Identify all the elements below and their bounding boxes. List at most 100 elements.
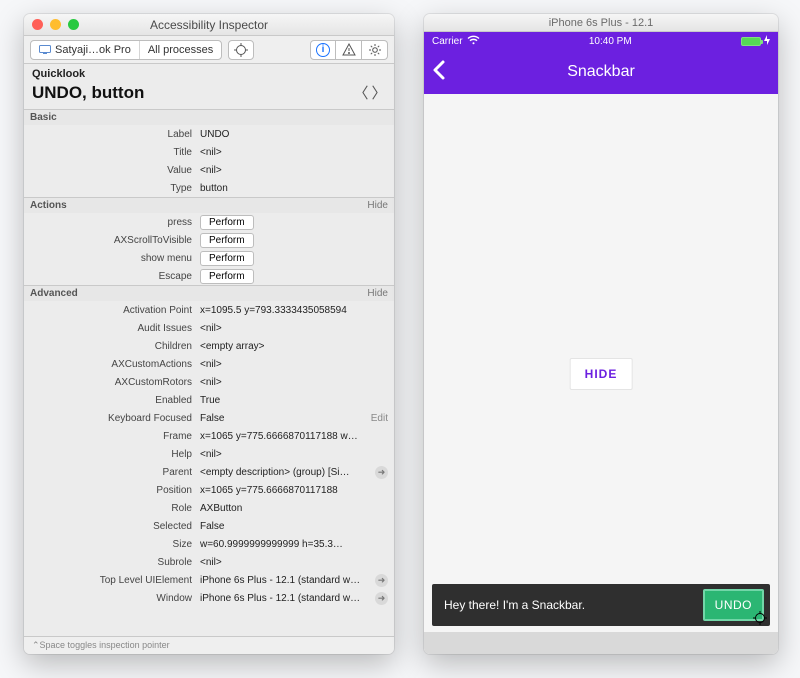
adv-toplevel-k: Top Level UIElement xyxy=(30,575,200,586)
adv-frame-k: Frame xyxy=(30,431,200,442)
adv-frame-v: x=1065 y=775.666687011718​8 w… xyxy=(200,431,388,442)
adv-toplevel-v: iPhone 6s Plus - 12.1 (standard w… xyxy=(200,575,360,586)
target-breadcrumb[interactable]: Satyaji…ok Pro All processes xyxy=(30,40,222,60)
basic-value-v: <nil> xyxy=(200,165,388,176)
mode-audit-button[interactable] xyxy=(336,40,362,60)
gear-icon xyxy=(368,43,382,57)
adv-audit-k: Audit Issues xyxy=(30,323,200,334)
section-actions: Actions Hide pressPerform AXScrollToVisi… xyxy=(24,197,394,285)
zoom-window-button[interactable] xyxy=(68,19,79,30)
adv-activation-v: x=1095.5 y=793.333343505859​4 xyxy=(200,305,388,316)
action-press-k: press xyxy=(30,217,200,228)
basic-type-k: Type xyxy=(30,183,200,194)
action-escape-perform[interactable]: Perform xyxy=(200,269,254,284)
snackbar-text: Hey there! I'm a Snackbar. xyxy=(444,598,585,612)
inspector-title: Accessibility Inspector xyxy=(24,18,394,32)
basic-label-k: Label xyxy=(30,129,200,140)
adv-size-k: Size xyxy=(30,539,200,550)
mode-segmented: i xyxy=(310,40,388,60)
adv-window-k: Window xyxy=(30,593,200,604)
wifi-icon xyxy=(467,35,480,48)
action-menu-perform[interactable]: Perform xyxy=(200,251,254,266)
crumb-host[interactable]: Satyaji…ok Pro xyxy=(31,41,139,59)
mode-inspect-button[interactable]: i xyxy=(310,40,336,60)
adv-help-k: Help xyxy=(30,449,200,460)
basic-title-v: <nil> xyxy=(200,147,388,158)
hide-button[interactable]: HIDE xyxy=(570,358,633,390)
adv-children-k: Children xyxy=(30,341,200,352)
mode-settings-button[interactable] xyxy=(362,40,388,60)
warning-icon xyxy=(342,43,356,56)
adv-window-v: iPhone 6s Plus - 12.1 (standard w… xyxy=(200,593,360,604)
mac-icon xyxy=(39,45,51,54)
adv-keyfocus-v: False xyxy=(200,413,224,424)
nav-bar: Snackbar xyxy=(424,50,778,94)
carrier-label: Carrier xyxy=(432,36,463,47)
adv-selected-k: Selected xyxy=(30,521,200,532)
undo-label: UNDO xyxy=(715,598,752,612)
basic-label-v: UNDO xyxy=(200,129,388,140)
adv-activation-k: Activation Point xyxy=(30,305,200,316)
info-icon: i xyxy=(316,43,330,57)
quicklook-row: UNDO, button 〈 〉 xyxy=(24,82,394,109)
adv-position-k: Position xyxy=(30,485,200,496)
adv-role-v: AXButton xyxy=(200,503,388,514)
adv-toplevel-go[interactable]: ➜ xyxy=(375,574,388,587)
adv-custactions-v: <nil> xyxy=(200,359,388,370)
adv-help-v: <nil> xyxy=(200,449,388,460)
inspector-window: Accessibility Inspector Satyaji…ok Pro A… xyxy=(24,14,394,654)
nav-title: Snackbar xyxy=(567,63,635,81)
adv-enabled-k: Enabled xyxy=(30,395,200,406)
quicklook-next-button[interactable]: 〉 xyxy=(370,82,388,103)
snackbar: Hey there! I'm a Snackbar. UNDO xyxy=(432,584,770,626)
adv-keyfocus-edit[interactable]: Edit xyxy=(371,413,388,424)
adv-parent-k: Parent xyxy=(30,467,200,478)
back-button[interactable] xyxy=(432,59,446,85)
section-actions-title: Actions xyxy=(30,200,367,211)
simulator-bottom-bar xyxy=(424,632,778,654)
quicklook-header: Quicklook xyxy=(24,64,394,82)
undo-button[interactable]: UNDO xyxy=(703,589,764,621)
inspection-pointer-button[interactable] xyxy=(228,40,254,60)
minimize-window-button[interactable] xyxy=(50,19,61,30)
adv-custrotors-v: <nil> xyxy=(200,377,388,388)
app-content: HIDE Hey there! I'm a Snackbar. UNDO xyxy=(424,94,778,632)
crumb-target[interactable]: All processes xyxy=(139,41,221,59)
adv-custrotors-k: AXCustomRotors xyxy=(30,377,200,388)
action-scroll-perform[interactable]: Perform xyxy=(200,233,254,248)
quicklook-prev-button[interactable]: 〈 xyxy=(352,82,370,103)
charging-icon xyxy=(764,35,770,48)
inspector-titlebar[interactable]: Accessibility Inspector xyxy=(24,14,394,36)
adv-custactions-k: AXCustomActions xyxy=(30,359,200,370)
simulator-title: iPhone 6s Plus - 12.1 xyxy=(424,14,778,32)
adv-role-k: Role xyxy=(30,503,200,514)
close-window-button[interactable] xyxy=(32,19,43,30)
basic-value-k: Value xyxy=(30,165,200,176)
adv-audit-v: <nil> xyxy=(200,323,388,334)
adv-keyfocus-k: Keyboard Focused xyxy=(30,413,200,424)
action-escape-k: Escape xyxy=(30,271,200,282)
traffic-lights xyxy=(32,19,79,30)
battery-icon xyxy=(741,37,761,46)
action-menu-k: show menu xyxy=(30,253,200,264)
clock-label: 10:40 PM xyxy=(589,36,632,47)
adv-position-v: x=1065 y=775.666687011718​8 xyxy=(200,485,388,496)
advanced-hide-link[interactable]: Hide xyxy=(367,288,388,299)
basic-type-v: button xyxy=(200,183,388,194)
basic-title-k: Title xyxy=(30,147,200,158)
inspector-footer: ⌃Space toggles inspection pointer xyxy=(24,636,394,654)
adv-window-go[interactable]: ➜ xyxy=(375,592,388,605)
status-bar: Carrier 10:40 PM xyxy=(424,32,778,50)
inspector-toolbar: Satyaji…ok Pro All processes i xyxy=(24,36,394,64)
adv-subrole-k: Subrole xyxy=(30,557,200,568)
section-basic-title: Basic xyxy=(30,112,388,123)
section-advanced: Advanced Hide Activation Pointx=1095.5 y… xyxy=(24,285,394,636)
actions-hide-link[interactable]: Hide xyxy=(367,200,388,211)
adv-parent-go[interactable]: ➜ xyxy=(375,466,388,479)
adv-selected-v: False xyxy=(200,521,388,532)
action-press-perform[interactable]: Perform xyxy=(200,215,254,230)
adv-enabled-v: True xyxy=(200,395,388,406)
adv-children-v: <empty array> xyxy=(200,341,388,352)
section-advanced-title: Advanced xyxy=(30,288,367,299)
adv-subrole-v: <nil> xyxy=(200,557,388,568)
